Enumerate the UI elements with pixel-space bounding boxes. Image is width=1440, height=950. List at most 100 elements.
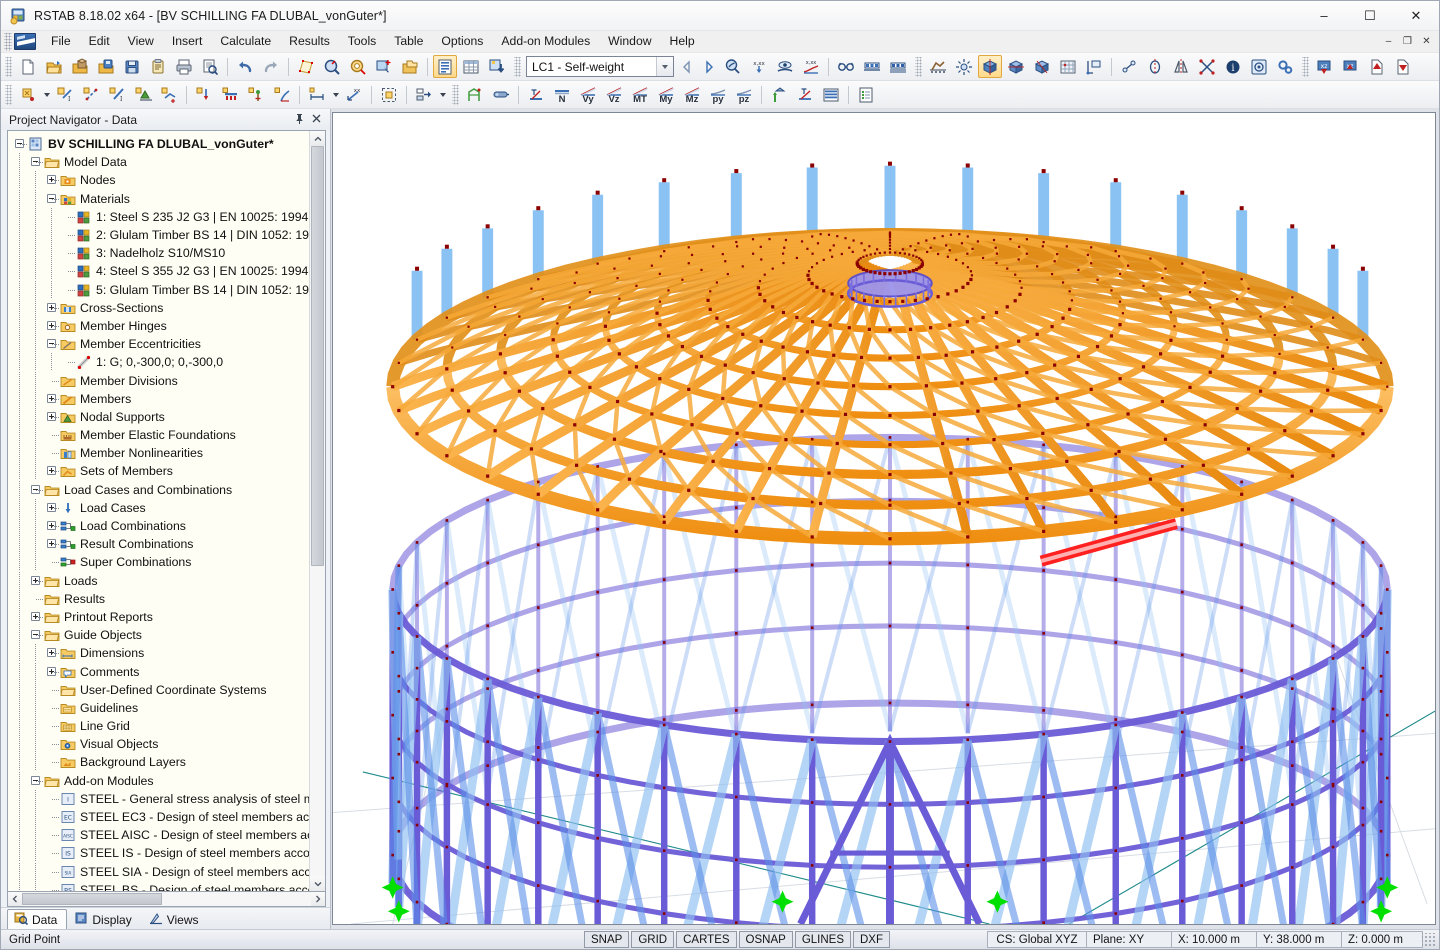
tree-scroll-thumb[interactable] xyxy=(311,146,324,566)
tree-item[interactable]: Nodes xyxy=(8,171,309,190)
tree-item[interactable]: Member Hinges xyxy=(8,316,309,335)
tree-item[interactable]: Add-on Modules xyxy=(8,771,309,790)
tab-data[interactable]: Data xyxy=(7,909,68,929)
member-load-button[interactable] xyxy=(218,83,242,106)
torsion-mt-button[interactable]: MT xyxy=(628,83,652,106)
tree-hscrollbar[interactable] xyxy=(7,892,326,907)
tree-item[interactable]: 1: Steel S 235 J2 G3 | EN 10025: 1994-03 xyxy=(8,207,309,226)
tree-item[interactable]: EC STEEL EC3 - Design of steel members ac… xyxy=(8,808,309,827)
grid-display-button[interactable] xyxy=(1056,55,1080,78)
deformation-pz-button[interactable]: pz xyxy=(732,83,756,106)
menu-calculate[interactable]: Calculate xyxy=(211,31,280,52)
expand-icon[interactable] xyxy=(47,466,56,476)
collapse-icon[interactable] xyxy=(31,775,40,785)
tree-item[interactable]: AISC STEEL AISC - Design of steel members… xyxy=(8,826,309,845)
clipboard-button[interactable] xyxy=(146,55,170,78)
render-shaded-button[interactable] xyxy=(489,83,513,106)
new-node-button[interactable] xyxy=(16,83,40,106)
tree-expander[interactable] xyxy=(44,462,60,480)
tree-item[interactable]: Member Divisions xyxy=(8,371,309,390)
toolbar2-grip-1[interactable] xyxy=(5,84,12,105)
view-front-button[interactable] xyxy=(1004,55,1028,78)
render-solid-button[interactable] xyxy=(926,55,950,78)
rotate-view-button[interactable] xyxy=(346,55,370,78)
chevron-down-icon[interactable] xyxy=(310,876,325,891)
deformation-button[interactable] xyxy=(773,55,797,78)
tree-item[interactable]: Guide Objects xyxy=(8,626,309,645)
tree-item[interactable]: User-Defined Coordinate Systems xyxy=(8,680,309,699)
print-button[interactable] xyxy=(172,55,196,78)
chevron-right-icon[interactable] xyxy=(311,892,325,906)
tab-views[interactable]: Views xyxy=(142,909,209,929)
dimension-dropdown[interactable] xyxy=(330,83,341,106)
mdi-close-button[interactable]: ✕ xyxy=(1419,34,1434,49)
toolbar-grip-3[interactable] xyxy=(915,56,922,77)
tree-item[interactable]: 3: Nadelholz S10/MS10 xyxy=(8,244,309,263)
info-button[interactable]: i xyxy=(1221,55,1245,78)
tree-item[interactable]: I STEEL - General stress analysis of stee… xyxy=(8,789,309,808)
menu-tools[interactable]: Tools xyxy=(339,31,385,52)
copy-move-dropdown[interactable] xyxy=(437,83,448,106)
tree-expander[interactable] xyxy=(44,190,60,208)
tree-item[interactable]: Load Combinations xyxy=(8,517,309,536)
options-button[interactable] xyxy=(1273,55,1297,78)
selection-frame-button[interactable] xyxy=(377,83,401,106)
local-axes-button[interactable] xyxy=(524,83,548,106)
tree-expander[interactable] xyxy=(44,517,60,535)
resize-grip[interactable] xyxy=(1422,932,1436,947)
toolbar2-grip-2[interactable] xyxy=(452,84,459,105)
load-view-button[interactable] xyxy=(1365,55,1389,78)
tree-item[interactable]: BS STEEL BS - Design of steel members acc… xyxy=(8,880,309,891)
collapse-icon[interactable] xyxy=(47,339,56,349)
toggle-snap[interactable]: SNAP xyxy=(584,931,630,948)
support-forces-button[interactable] xyxy=(886,55,910,78)
collapse-icon[interactable] xyxy=(31,630,40,640)
save-button[interactable] xyxy=(120,55,144,78)
menu-options[interactable]: Options xyxy=(432,31,492,52)
tree-item[interactable]: Member Nonlinearities xyxy=(8,444,309,463)
new-file-button[interactable] xyxy=(16,55,40,78)
new-member-button[interactable]: I xyxy=(53,83,77,106)
tree-expander[interactable] xyxy=(44,408,60,426)
tree-item[interactable]: Dimensions xyxy=(8,644,309,663)
structural-model-render[interactable] xyxy=(333,113,1435,924)
deformation-py-button[interactable]: py xyxy=(706,83,730,106)
close-icon[interactable] xyxy=(311,113,322,126)
print-preview-button[interactable] xyxy=(198,55,222,78)
tree-item[interactable]: IS STEEL IS - Design of steel members acc… xyxy=(8,844,309,863)
tree-item[interactable]: Load Cases and Combinations xyxy=(8,480,309,499)
tree-expander[interactable] xyxy=(28,153,44,171)
status-plane[interactable]: Plane: XY xyxy=(1086,931,1172,948)
tree-item[interactable]: Cross-Sections xyxy=(8,298,309,317)
coordinate-system-button[interactable]: xx xyxy=(342,83,366,106)
tree-expander[interactable] xyxy=(44,299,60,317)
tree-item[interactable]: Comments xyxy=(8,662,309,681)
new-node-dropdown[interactable] xyxy=(41,83,52,106)
tree-item[interactable]: Line Grid xyxy=(8,717,309,736)
tree-item[interactable]: Guidelines xyxy=(8,698,309,717)
tree-item[interactable]: Member Eccentricities xyxy=(8,335,309,354)
expand-icon[interactable] xyxy=(47,175,56,185)
printout-report-button[interactable] xyxy=(854,83,878,106)
maximize-button[interactable]: ☐ xyxy=(1347,1,1393,31)
tree-item[interactable]: Nodal Supports xyxy=(8,407,309,426)
model-viewport[interactable] xyxy=(332,112,1436,925)
menu-insert[interactable]: Insert xyxy=(163,31,211,52)
result-section-button[interactable] xyxy=(793,83,817,106)
tree-item[interactable]: Result Combinations xyxy=(8,535,309,554)
moment-mz-button[interactable]: Mz xyxy=(680,83,704,106)
toggle-dxf[interactable]: DXF xyxy=(853,931,890,948)
tree-expander[interactable] xyxy=(44,644,60,662)
grid-table-button[interactable] xyxy=(459,55,483,78)
expand-icon[interactable] xyxy=(47,502,56,512)
menu-window[interactable]: Window xyxy=(599,31,660,52)
zoom-window-button[interactable] xyxy=(320,55,344,78)
expand-icon[interactable] xyxy=(47,648,56,658)
support-reaction-arrow-button[interactable] xyxy=(767,83,791,106)
menu-results[interactable]: Results xyxy=(280,31,339,52)
tree-item[interactable]: Materials xyxy=(8,189,309,208)
tree-expander[interactable] xyxy=(28,772,44,790)
free-load-button[interactable] xyxy=(244,83,268,106)
redo-button[interactable] xyxy=(259,55,283,78)
toolbar-grip-1[interactable] xyxy=(5,56,12,77)
